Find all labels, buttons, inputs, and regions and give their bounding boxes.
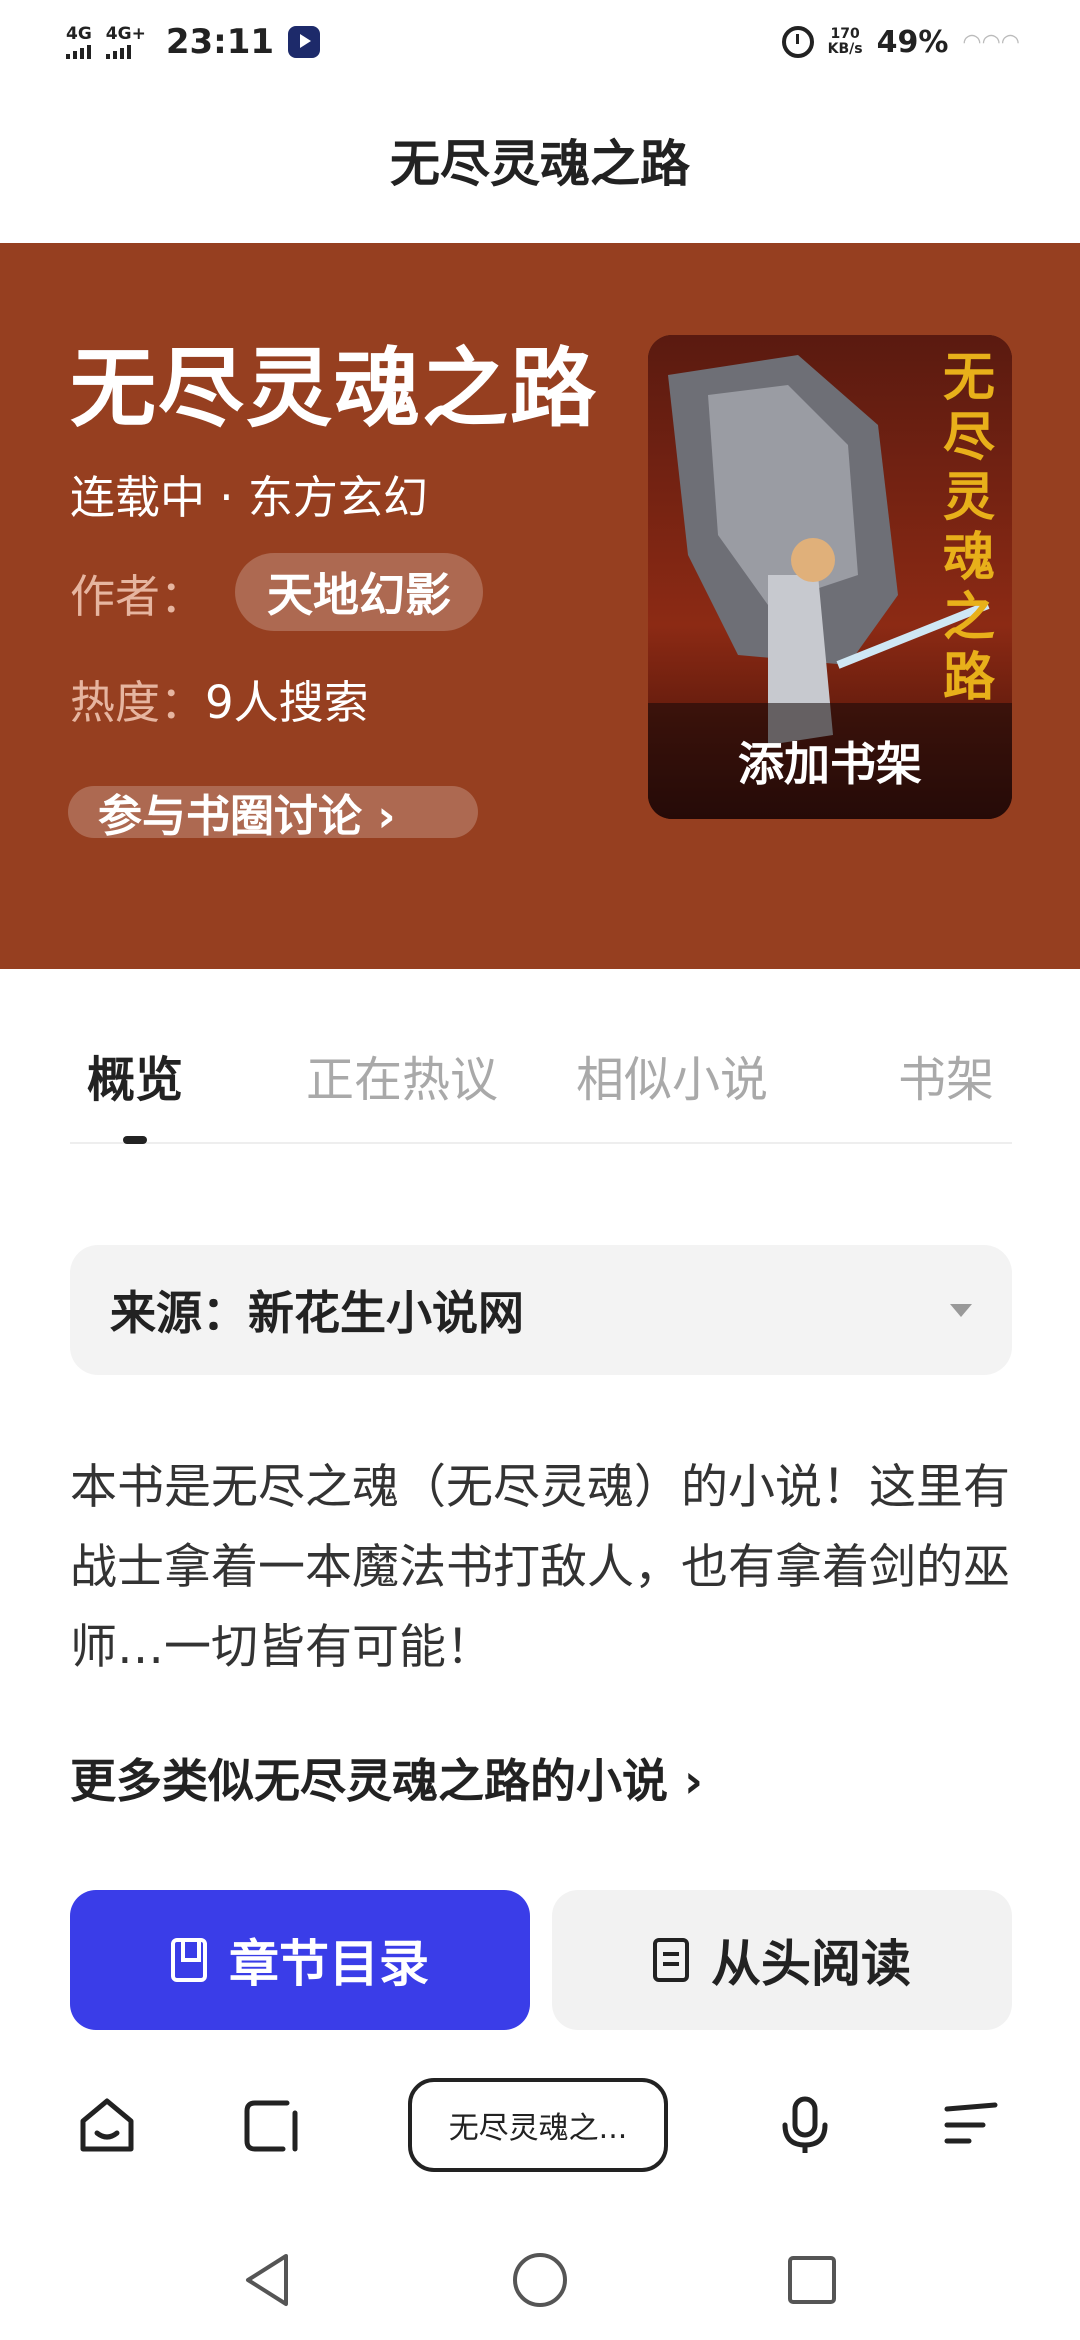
book-title: 无尽灵魂之路 <box>70 339 598 439</box>
source-selector[interactable]: 来源：新花生小说网 <box>70 1245 1012 1375</box>
read-from-start-button[interactable]: 从头阅读 <box>552 1890 1012 2030</box>
heat-value: 9人搜索 <box>205 676 369 729</box>
chapter-catalog-label: 章节目录 <box>229 1935 429 1993</box>
signal-1-icon: 4G <box>66 23 92 59</box>
net-speed-value: 170 <box>830 26 860 42</box>
tab-overview[interactable]: 概览 <box>87 1040 183 1110</box>
add-to-shelf-button[interactable]: 添加书架 <box>648 703 1012 819</box>
active-tab-indicator <box>123 1136 147 1144</box>
recents-icon[interactable] <box>784 2250 840 2310</box>
menu-icon[interactable] <box>936 2090 1006 2160</box>
author-label: 作者： <box>70 569 206 623</box>
svg-text:无: 无 <box>943 347 995 408</box>
status-left: 4G 4G+ 23:11 <box>66 22 321 62</box>
alarm-icon <box>781 26 814 58</box>
wifi-icon: ◠◠◠ <box>962 29 1020 55</box>
battery-level: 49% <box>876 24 949 60</box>
svg-text:魂: 魂 <box>943 527 995 588</box>
book-cover[interactable]: 无 尽 灵 魂 之 路 添加书架 <box>648 335 1012 819</box>
document-icon <box>653 1938 689 1982</box>
status-bar: 4G 4G+ 23:11 170 KB/s 49% ◠◠◠ <box>0 0 1080 84</box>
current-page-tab[interactable]: 无尽灵魂之... <box>408 2078 668 2172</box>
signal-1-label: 4G <box>66 23 92 44</box>
page-header: 无尽灵魂之路 <box>0 100 1080 220</box>
status-right: 170 KB/s 49% ◠◠◠ <box>781 24 1020 60</box>
svg-text:之: 之 <box>943 587 995 648</box>
back-icon[interactable] <box>240 2250 296 2310</box>
dropdown-caret-icon <box>950 1303 972 1317</box>
book-hero: 无尽灵魂之路 连载中 · 东方玄幻 作者： 天地幻影 热度：9人搜索 参与书圈讨… <box>0 243 1080 969</box>
home-circle-icon[interactable] <box>511 2250 569 2310</box>
signal-2-icon: 4G+ <box>105 23 146 59</box>
browser-bottom-nav: 无尽灵魂之... <box>0 2060 1080 2190</box>
book-status-genre: 连载中 · 东方玄幻 <box>70 471 428 524</box>
tab-similar-novels[interactable]: 相似小说 <box>576 1040 768 1110</box>
chapter-catalog-button[interactable]: 章节目录 <box>70 1890 530 2030</box>
tab-hot-discussion[interactable]: 正在热议 <box>306 1040 498 1110</box>
mic-icon[interactable] <box>770 2090 840 2160</box>
svg-text:尽: 尽 <box>943 407 995 468</box>
tab-bar: 概览 正在热议 相似小说 书架 <box>70 1020 1012 1144</box>
svg-text:路: 路 <box>943 647 996 708</box>
clock: 23:11 <box>165 22 275 62</box>
page-title: 无尽灵魂之路 <box>390 135 690 193</box>
source-label: 来源：新花生小说网 <box>110 1286 524 1340</box>
net-speed: 170 KB/s <box>828 27 863 57</box>
home-icon[interactable] <box>72 2090 142 2160</box>
video-app-icon <box>288 26 321 58</box>
join-discussion-button[interactable]: 参与书圈讨论 › <box>68 786 478 842</box>
book-description: 本书是无尽之魂（无尽灵魂）的小说！这里有战士拿着一本魔法书打敌人，也有拿着剑的巫… <box>70 1460 1010 1675</box>
tabs-icon[interactable] <box>236 2090 306 2160</box>
heat-label: 热度： <box>70 676 206 729</box>
author-name-button[interactable]: 天地幻影 <box>235 553 484 631</box>
net-speed-unit: KB/s <box>827 41 863 57</box>
more-similar-link[interactable]: 更多类似无尽灵魂之路的小说 › <box>70 1745 703 1811</box>
author-row: 作者： 天地幻影 <box>70 553 484 631</box>
read-from-start-label: 从头阅读 <box>711 1935 911 1993</box>
svg-text:灵: 灵 <box>943 467 995 528</box>
heat-row: 热度：9人搜索 <box>70 666 369 731</box>
signal-2-label: 4G+ <box>105 23 146 44</box>
tab-bookshelf[interactable]: 书架 <box>898 1040 994 1110</box>
bookmark-icon <box>171 1938 207 1982</box>
system-nav-bar <box>0 2230 1080 2340</box>
